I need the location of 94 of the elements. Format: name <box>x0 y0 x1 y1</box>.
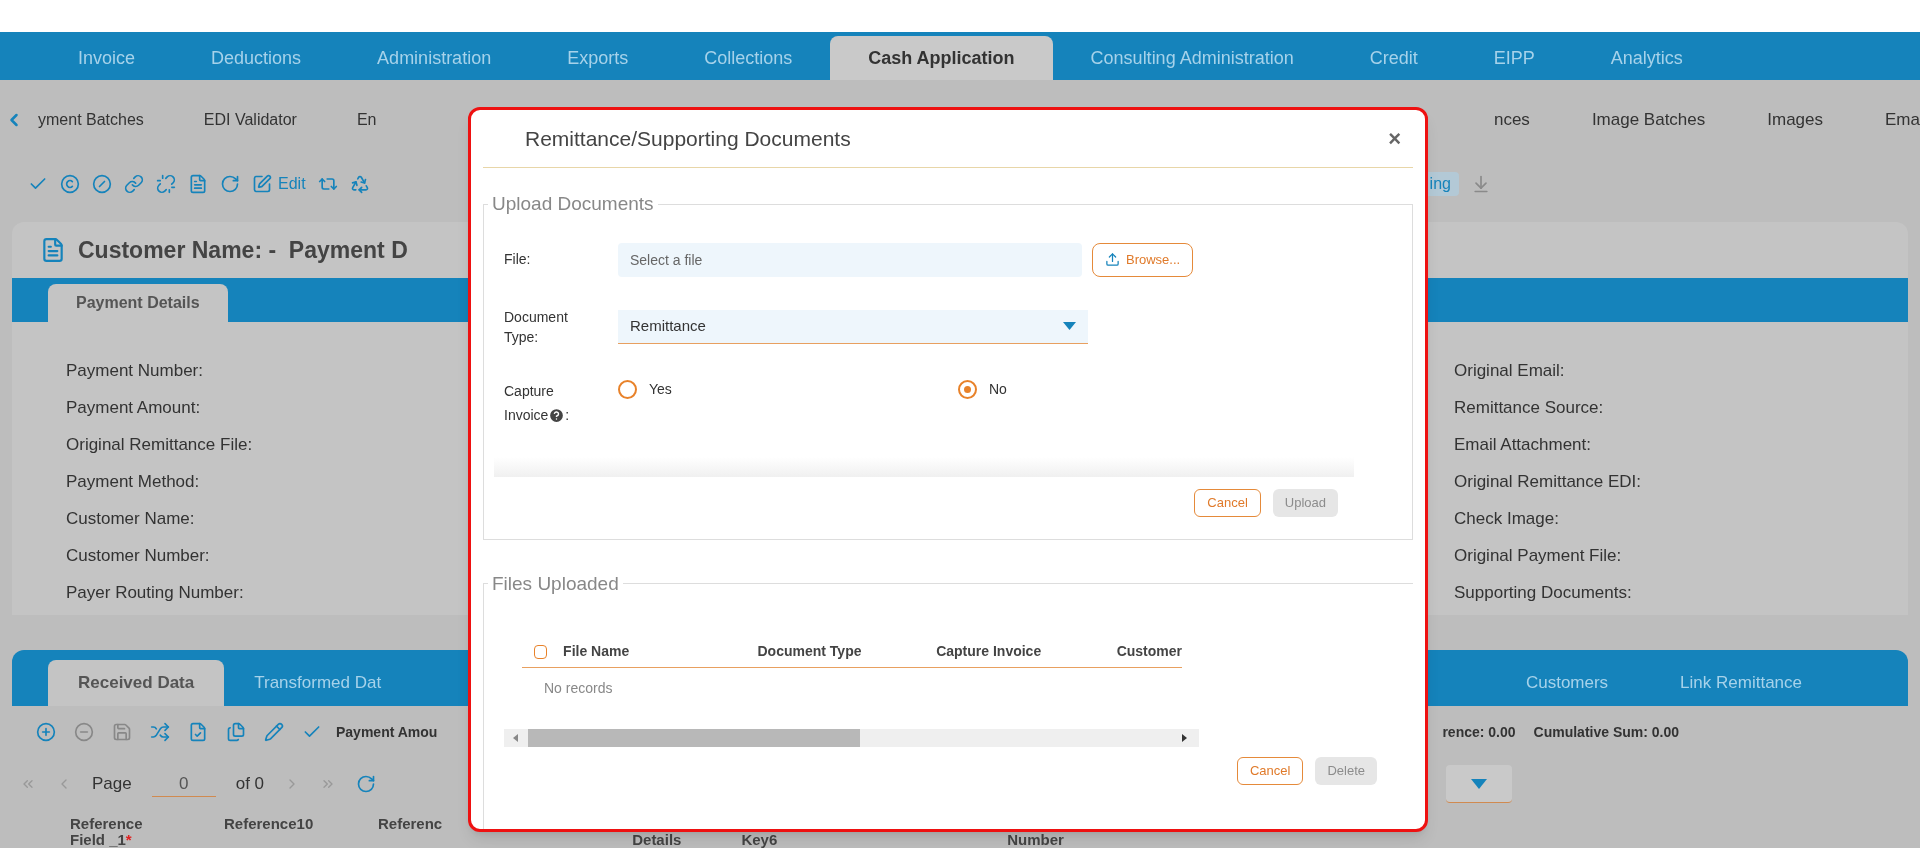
nav-tab[interactable]: Deductions <box>173 36 340 80</box>
modal-title: Remittance/Supporting Documents <box>525 125 851 152</box>
nav-tab[interactable]: Collections <box>666 36 831 80</box>
edit-button[interactable]: Edit <box>278 172 306 196</box>
column-header: Key6 <box>741 832 778 848</box>
subnav-link[interactable]: En <box>356 108 377 132</box>
empty-message: No records <box>544 679 614 698</box>
grid-toolbar-icon[interactable] <box>150 722 170 742</box>
grid-toolbar-icon[interactable] <box>188 722 208 742</box>
field-label: Original Email: <box>1454 361 1566 381</box>
grid-toolbar-icon[interactable] <box>112 722 132 742</box>
radio-option[interactable]: Yes <box>618 378 958 400</box>
difference-label: rence: 0.00 <box>1442 722 1516 742</box>
radio-option[interactable]: No <box>958 378 1007 400</box>
tab[interactable]: Link Remittance <box>1644 660 1838 706</box>
field-label: Original Remittance File: <box>66 435 253 455</box>
tab[interactable]: Payment Details <box>48 284 228 322</box>
field-label: Payment Method: <box>66 472 201 492</box>
grid-toolbar-icon[interactable] <box>74 722 94 742</box>
nav-tab[interactable]: Credit <box>1331 36 1456 80</box>
grid-toolbar-icon[interactable] <box>226 722 246 742</box>
select-all-checkbox[interactable] <box>534 644 548 659</box>
field-label: Original Payment File: <box>1454 546 1623 566</box>
section-legend: Upload Documents <box>488 190 658 219</box>
nav-tab[interactable]: EIPP <box>1455 36 1573 80</box>
field-label: Payer Routing Number: <box>66 583 245 603</box>
tab[interactable]: Received Data <box>48 660 225 706</box>
cumulative-sum-label: Cumulative Sum: 0.00 <box>1533 722 1680 742</box>
cancel-button[interactable]: Cancel <box>1194 488 1261 517</box>
field-label: Supporting Documents: <box>1454 583 1633 603</box>
grid-toolbar-icon[interactable] <box>36 722 56 742</box>
nav-tab[interactable]: Consulting Administration <box>1052 36 1332 80</box>
section-legend: Files Uploaded <box>488 569 623 598</box>
document-type-select[interactable]: Remittance <box>618 309 1088 344</box>
dropdown[interactable] <box>1446 765 1513 803</box>
toolbar-icon[interactable] <box>252 174 272 194</box>
refresh-icon[interactable] <box>356 774 377 794</box>
nav-tab[interactable]: Exports <box>529 36 667 80</box>
radio-button[interactable] <box>958 379 977 399</box>
field-label: Email Attachment: <box>1454 435 1592 455</box>
field-label: Customer Name: <box>66 509 196 529</box>
column-header: File Name <box>563 642 631 661</box>
subnav-link[interactable]: Image Batches <box>1591 107 1706 133</box>
document-icon <box>40 237 66 263</box>
toolbar-icon[interactable] <box>60 174 80 194</box>
field-label: File: <box>504 250 532 269</box>
nav-tab[interactable]: Administration <box>339 36 530 80</box>
field-label: Payment Number: <box>66 361 204 381</box>
cancel-button[interactable]: Cancel <box>1236 757 1304 785</box>
browse-button[interactable]: Browse... <box>1092 242 1194 277</box>
horizontal-scrollbar[interactable] <box>504 729 1199 747</box>
nav-tab[interactable]: Invoice <box>40 36 174 80</box>
recycle-icon[interactable] <box>349 174 370 194</box>
upload-icon <box>1105 252 1120 267</box>
field-label: Payment Amount: <box>66 398 202 418</box>
column-header: Reference Field _1* <box>70 816 144 848</box>
caret-down-icon <box>1471 778 1488 789</box>
field-label: Original Remittance EDI: <box>1454 472 1643 492</box>
toolbar-icon[interactable] <box>188 174 208 194</box>
subnav-link[interactable]: Ema <box>1885 107 1920 133</box>
toolbar-icon[interactable] <box>156 174 176 194</box>
field-label: Capture Invoice : <box>504 381 571 426</box>
field-label: Check Image: <box>1454 509 1560 529</box>
column-header: Details <box>632 832 682 848</box>
subnav-link[interactable]: EDI Validator <box>203 108 297 132</box>
subnav-link[interactable]: Images <box>1767 107 1824 133</box>
toolbar-icon[interactable] <box>124 174 144 194</box>
tab[interactable]: Customers <box>1489 660 1645 706</box>
page-input[interactable]: 0 <box>151 770 216 798</box>
subnav-link[interactable]: yment Batches <box>38 108 144 132</box>
field-label: Customer Number: <box>66 546 211 566</box>
column-header: Referenc <box>378 816 443 834</box>
subnav-link[interactable]: nces <box>1493 107 1530 133</box>
toolbar-icon[interactable] <box>92 174 112 194</box>
column-header: Number <box>1007 832 1064 848</box>
tab[interactable]: Transformed Dat <box>224 660 412 706</box>
nav-tab[interactable]: Cash Application <box>830 36 1053 80</box>
field-label: Document Type: <box>504 307 569 347</box>
column-header: Document Type <box>757 642 863 661</box>
page-label: Page <box>92 773 132 796</box>
toolbar-icon[interactable] <box>220 174 240 194</box>
nav-tab[interactable]: Analytics <box>1572 36 1721 80</box>
help-icon[interactable] <box>548 406 566 424</box>
page-count: of 0 <box>235 773 265 796</box>
page-title: Customer Name: - Payment D <box>78 235 408 265</box>
grid-toolbar-icon[interactable] <box>264 722 284 742</box>
column-header: Customer <box>1116 642 1182 661</box>
column-header: Reference10 <box>224 816 315 834</box>
field-label: Remittance Source: <box>1454 398 1605 418</box>
radio-button[interactable] <box>618 379 637 399</box>
file-input[interactable]: Select a file <box>618 242 1082 277</box>
column-header: Capture Invoice <box>936 642 1043 661</box>
payment-amount-label: Payment Amou <box>336 722 438 742</box>
close-button[interactable]: × <box>1388 122 1401 155</box>
